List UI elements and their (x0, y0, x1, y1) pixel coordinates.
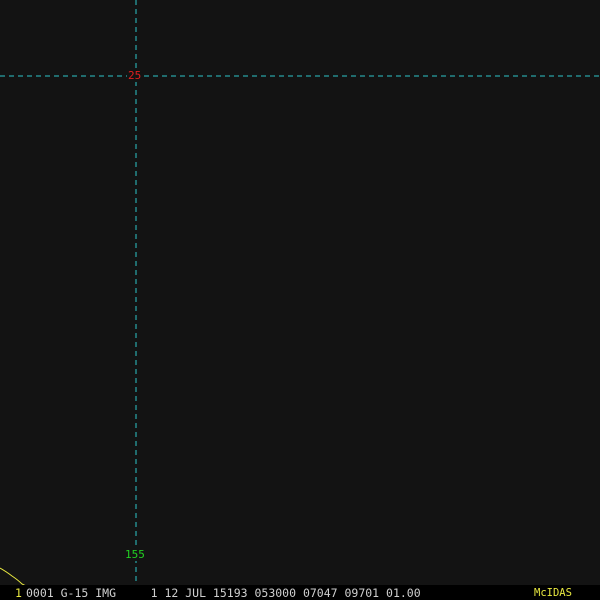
coastline (0, 567, 27, 587)
frame-number: 1 (15, 586, 22, 600)
latitude-label: 25 (127, 69, 143, 82)
brand-label: McIDAS (534, 587, 572, 599)
status-bar: 1 0001 G-15 IMG 1 12 JUL 15193 053000 07… (0, 585, 600, 600)
satellite-image-viewer[interactable]: 25 155 1 0001 G-15 IMG 1 12 JUL 15193 05… (0, 0, 600, 600)
frame-info: 0001 G-15 IMG 1 12 JUL 15193 053000 0704… (26, 586, 421, 600)
map-overlay (0, 0, 600, 587)
longitude-label: 155 (124, 548, 146, 561)
